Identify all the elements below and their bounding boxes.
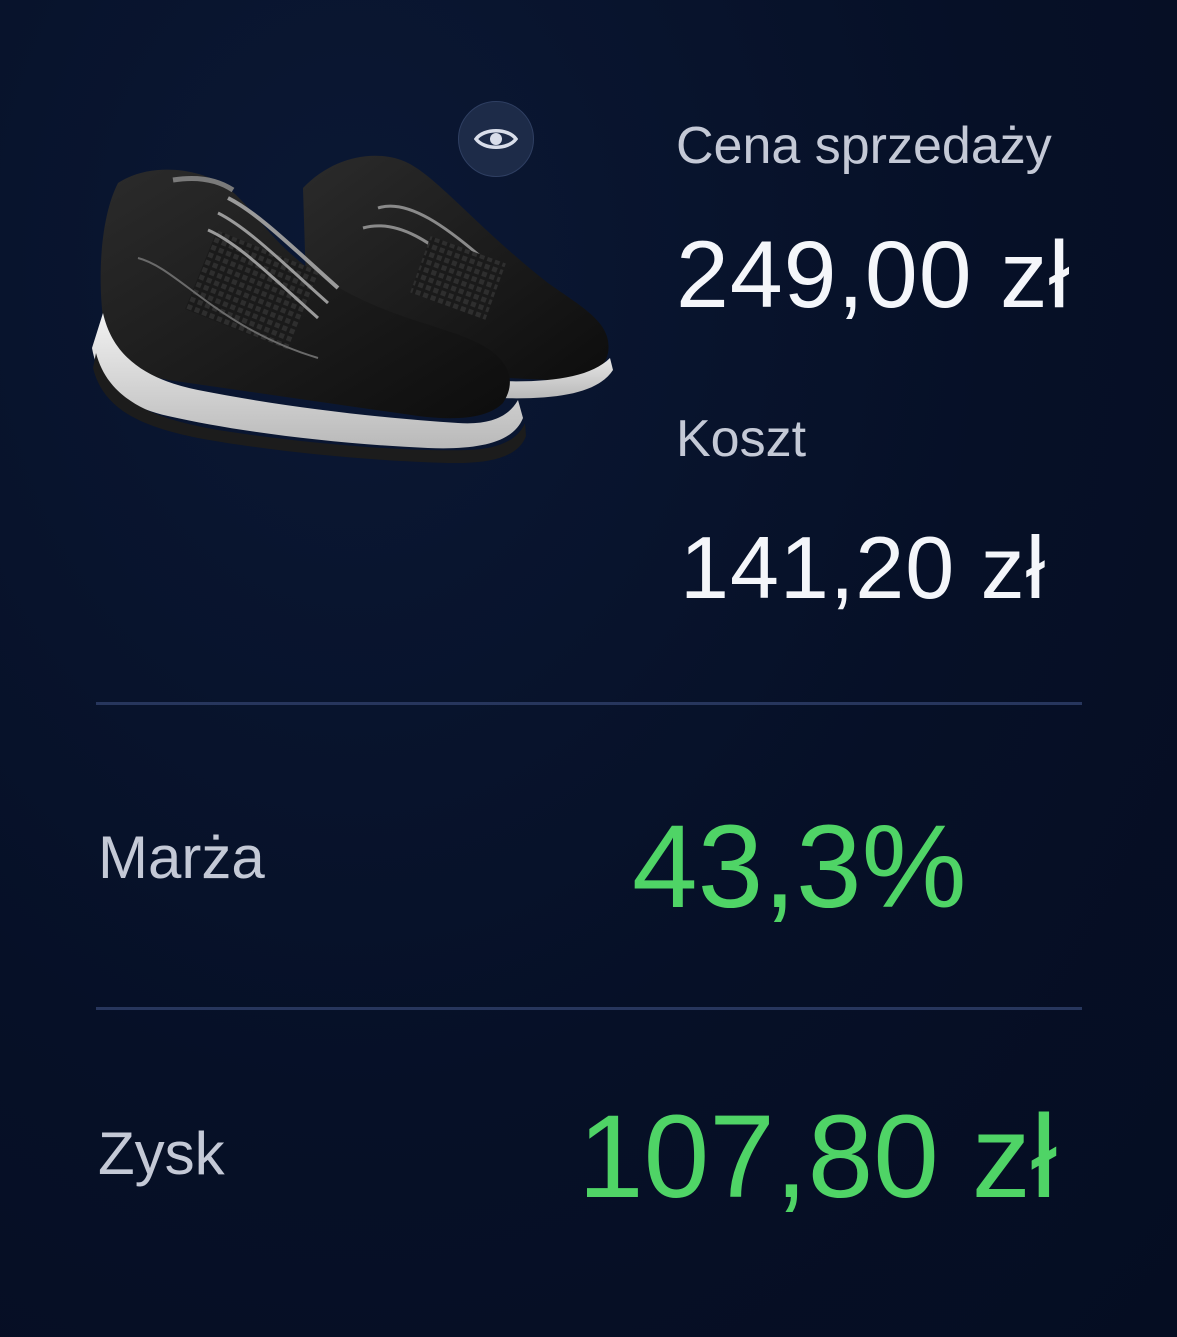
divider-top [96,702,1082,705]
product-image [92,155,613,463]
preview-button[interactable] [458,101,534,177]
cost-value: 141,20 zł [680,518,1047,617]
cost-label: Koszt [676,410,807,468]
profit-value: 107,80 zł [578,1091,1057,1223]
sale-price-label: Cena sprzedaży [676,117,1052,175]
sale-price-value: 249,00 zł [676,222,1071,328]
profit-label: Zysk [98,1120,225,1187]
eye-icon [474,129,518,149]
profit-calculator-card: Cena sprzedaży 249,00 zł Koszt 141,20 zł… [0,0,1177,1337]
margin-value: 43,3% [632,801,967,933]
margin-label: Marża [98,824,265,891]
divider-bottom [96,1007,1082,1010]
